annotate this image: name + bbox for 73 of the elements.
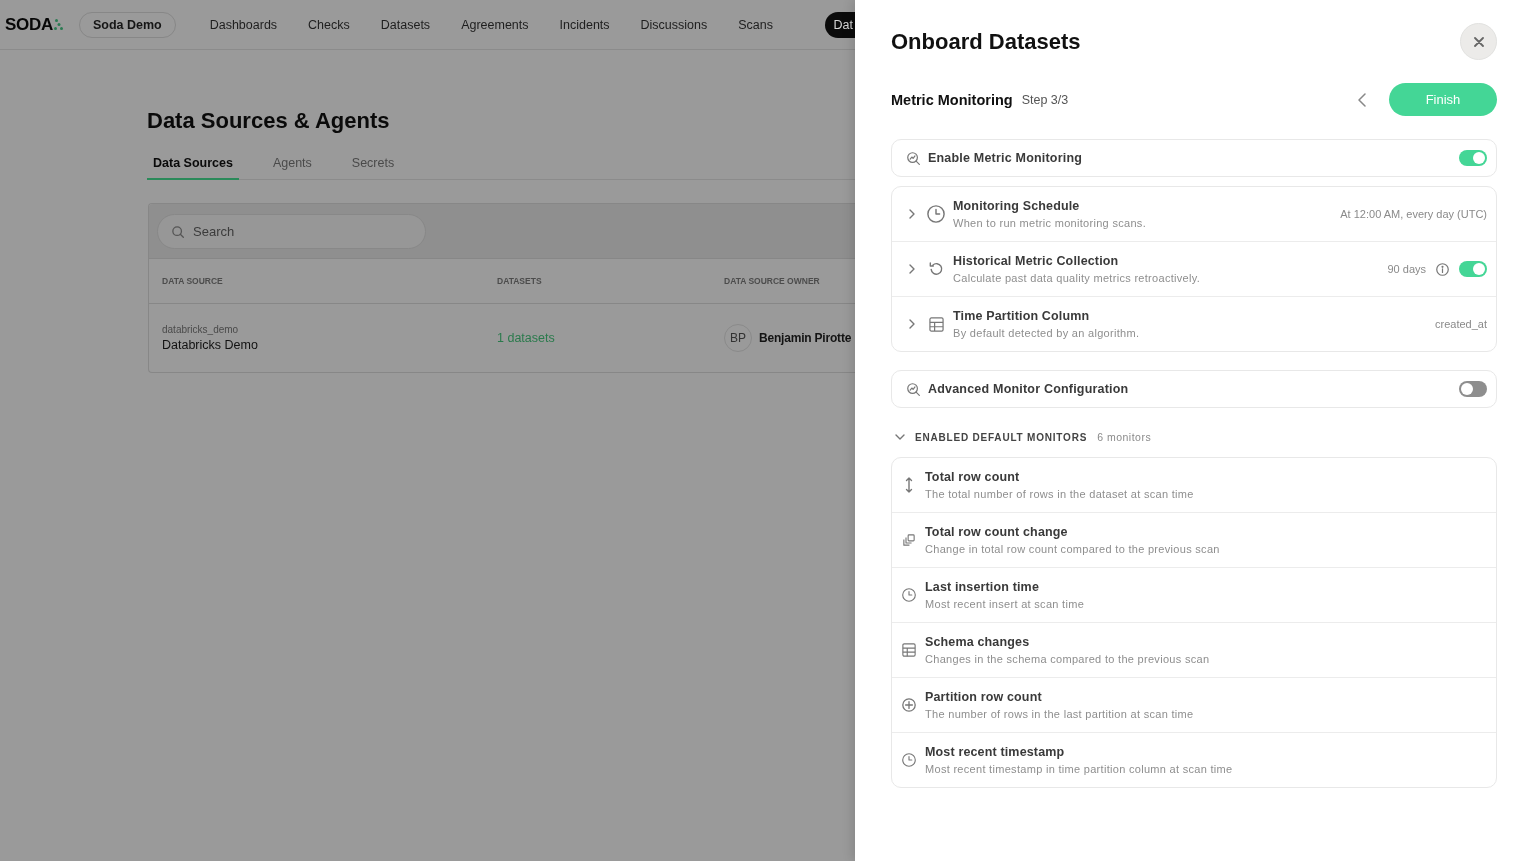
monitor-description: The total number of rows in the dataset at scan time xyxy=(925,488,1194,500)
monitor-description: Most recent timestamp in time partition column at scan time xyxy=(925,763,1233,775)
page-title: Data Sources & Agents xyxy=(147,107,391,135)
rotate-arrow-icon xyxy=(929,262,943,276)
setting-title: Historical Metric Collection xyxy=(953,254,1120,268)
drawer-title: Onboard Datasets xyxy=(891,28,1081,55)
back-button[interactable] xyxy=(1358,92,1366,107)
nav-link[interactable]: Discussions xyxy=(640,11,708,38)
monitor-description: The number of rows in the last partition at scan time xyxy=(925,708,1194,720)
nav-link[interactable]: Dashboards xyxy=(209,11,278,38)
setting-value: At 12:00 AM, every day (UTC) xyxy=(1340,208,1487,220)
nav-link[interactable]: Checks xyxy=(308,11,350,38)
nav-link[interactable]: Agreements xyxy=(461,11,529,38)
clock-icon xyxy=(927,205,945,223)
toggle-label: Advanced Monitor Configuration xyxy=(928,382,1129,396)
monitor-description: Change in total row count compared to the previous scan xyxy=(925,543,1220,555)
vertical-arrows-icon xyxy=(905,477,913,493)
close-icon xyxy=(1473,36,1484,47)
nav-link[interactable]: Scans xyxy=(738,11,773,38)
monitor-title: Total row count change xyxy=(925,525,1069,539)
step-title: Metric Monitoring xyxy=(891,91,1013,108)
monitor-count: 6 monitors xyxy=(1097,431,1152,443)
column-header: DATA SOURCE OWNER xyxy=(724,276,821,286)
plus-circle-icon xyxy=(902,698,916,712)
column-header: DATA SOURCE xyxy=(162,276,224,286)
setting-description: By default detected by an algorithm. xyxy=(953,327,1140,339)
magnifier-chart-icon xyxy=(907,382,920,396)
info-icon[interactable] xyxy=(1436,262,1449,276)
magnifier-chart-icon xyxy=(907,151,920,165)
setting-title: Monitoring Schedule xyxy=(953,199,1081,213)
chevron-left-icon xyxy=(1358,92,1366,107)
tab[interactable]: Secrets xyxy=(345,149,401,180)
monitor-description: Changes in the schema compared to the previous scan xyxy=(925,653,1210,665)
data-source-name: Databricks Demo xyxy=(162,338,259,352)
logo-dots-icon xyxy=(53,19,63,30)
step-counter: Step 3/3 xyxy=(1021,92,1069,107)
search-icon xyxy=(172,225,184,238)
clock-icon xyxy=(902,588,916,602)
section-label: ENABLED DEFAULT MONITORS xyxy=(915,431,1088,443)
setting-description: When to run metric monitoring scans. xyxy=(953,217,1146,229)
table-icon xyxy=(928,316,944,332)
monitor-description: Most recent insert at scan time xyxy=(925,598,1085,610)
setting-value: created_at xyxy=(1435,318,1487,330)
clock-icon xyxy=(902,753,916,767)
table-icon xyxy=(902,643,916,657)
monitor-title: Total row count xyxy=(925,470,1021,484)
search-field[interactable]: Search xyxy=(157,213,426,249)
data-source-key: databricks_demo xyxy=(162,324,497,335)
setting-value: 90 days xyxy=(1387,263,1426,275)
nav-link[interactable]: Datasets xyxy=(380,11,431,38)
toggle-switch[interactable] xyxy=(1459,150,1487,166)
setting-title: Time Partition Column xyxy=(953,309,1091,323)
monitor-title: Schema changes xyxy=(925,635,1031,649)
monitor-title: Most recent timestamp xyxy=(925,745,1066,759)
chevron-right-icon[interactable] xyxy=(909,264,915,274)
chevron-right-icon[interactable] xyxy=(909,319,915,329)
column-header: DATASETS xyxy=(497,276,543,286)
toggle-switch[interactable] xyxy=(1459,261,1487,277)
close-button[interactable] xyxy=(1460,23,1497,60)
setting-description: Calculate past data quality metrics retroactively. xyxy=(953,272,1201,284)
tab[interactable]: Data Sources xyxy=(147,149,239,180)
chevron-right-icon[interactable] xyxy=(909,209,915,219)
toggle-label: Enable Metric Monitoring xyxy=(928,151,1083,165)
toggle-switch[interactable] xyxy=(1459,381,1487,397)
nav-link[interactable]: Dat xyxy=(824,11,855,38)
logo-wordmark[interactable]: SODA xyxy=(5,14,53,35)
monitor-title: Partition row count xyxy=(925,690,1043,704)
stacked-squares-icon xyxy=(903,534,915,546)
chevron-down-icon[interactable] xyxy=(895,434,905,440)
owner-name: Benjamin Pirotte xyxy=(759,331,852,345)
tab[interactable]: Agents xyxy=(266,149,318,180)
monitor-title: Last insertion time xyxy=(925,580,1040,594)
nav-link[interactable]: Incidents xyxy=(559,11,610,38)
